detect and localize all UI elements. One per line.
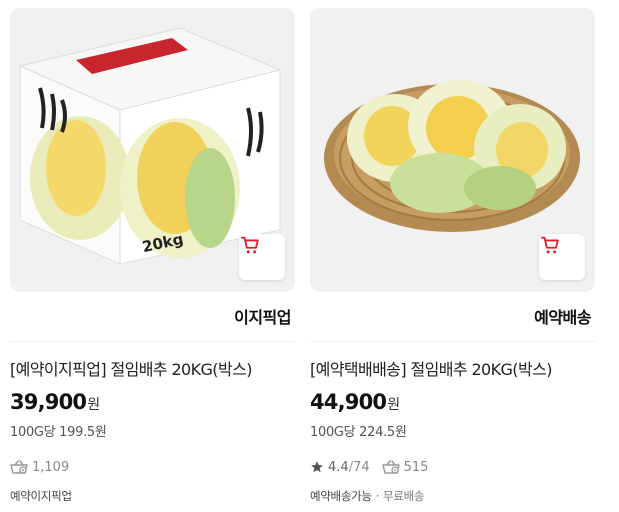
divider — [10, 341, 295, 342]
unit-price: 100G당 199.5원 — [10, 425, 107, 440]
free-shipping-label: 무료배송 — [383, 489, 425, 503]
product-image[interactable] — [310, 8, 595, 292]
separator-dot: · — [375, 489, 380, 503]
delivery-info: 예약배송가능 · 무료배송 — [310, 488, 424, 504]
add-to-cart-button[interactable] — [539, 234, 585, 280]
shipping-type-label: 예약배송 — [534, 308, 591, 327]
basket-icon — [381, 460, 400, 474]
basket-icon — [10, 460, 28, 474]
product-stats: 1,109 — [10, 458, 81, 476]
delivery-info: 예약이지픽업 — [10, 488, 72, 504]
delivery-option: 예약이지픽업 — [10, 489, 72, 503]
delivery-option: 예약배송가능 — [310, 489, 372, 503]
review-count: 515 — [381, 459, 428, 475]
product-image[interactable]: 20kg — [10, 8, 295, 292]
cart-icon — [540, 236, 559, 254]
price-value: 39,900 — [10, 390, 87, 414]
star-icon — [311, 461, 323, 473]
product-stats: 4.4/74 515 — [310, 458, 440, 476]
product-card[interactable]: 20kg 이지픽업 [예약이지픽업] 절임배추 20KG(박스) 39,900원… — [10, 8, 295, 508]
divider — [310, 341, 595, 342]
product-card[interactable]: 예약배송 [예약택배배송] 절임배추 20KG(박스) 44,900원 100G… — [310, 8, 595, 508]
rating: 4.4/74 — [310, 460, 370, 475]
cart-icon — [240, 236, 259, 254]
shipping-type-label: 이지픽업 — [234, 308, 291, 327]
price: 39,900원 — [10, 390, 100, 414]
price: 44,900원 — [310, 390, 400, 414]
product-title[interactable]: [예약택배배송] 절임배추 20KG(박스) — [310, 356, 595, 380]
unit-price: 100G당 224.5원 — [310, 425, 407, 440]
currency: 원 — [87, 397, 101, 413]
review-count: 1,109 — [10, 459, 69, 475]
currency: 원 — [387, 397, 401, 413]
price-value: 44,900 — [310, 390, 387, 414]
add-to-cart-button[interactable] — [239, 234, 285, 280]
product-title[interactable]: [예약이지픽업] 절임배추 20KG(박스) — [10, 356, 295, 380]
